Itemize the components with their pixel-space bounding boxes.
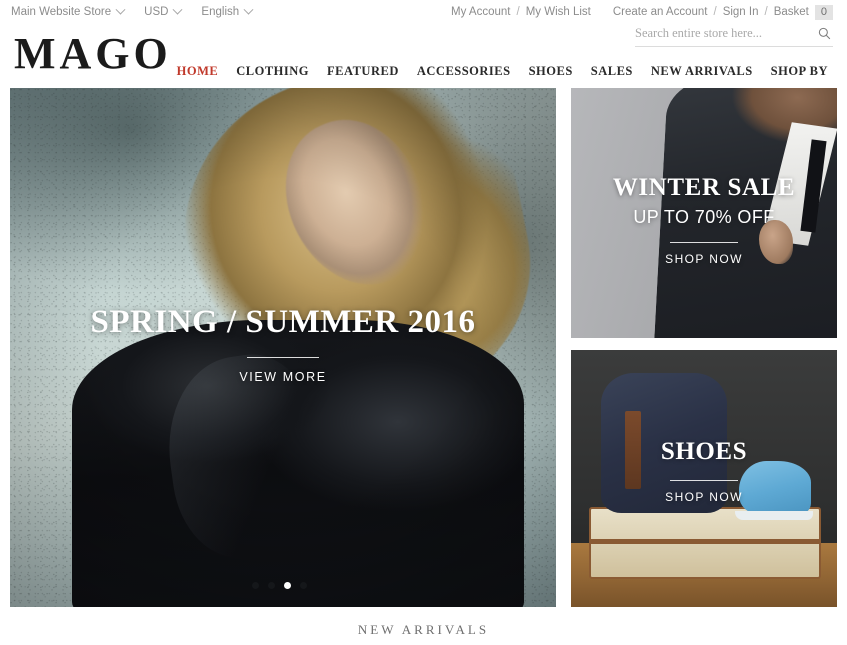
my-wish-list-link[interactable]: My Wish List — [526, 6, 591, 18]
promo-bottom-divider — [670, 480, 738, 481]
carousel-dot-4[interactable] — [299, 582, 307, 589]
hero-slider[interactable]: SPRING / SUMMER 2016 VIEW MORE — [10, 88, 556, 607]
site-logo[interactable]: MAGO — [14, 32, 172, 76]
promo-banner-winter-sale[interactable]: WINTER SALE UP TO 70% OFF SHOP NOW — [571, 88, 837, 338]
basket-count-badge: 0 — [814, 4, 833, 20]
promo-bottom-cta[interactable]: SHOP NOW — [571, 490, 837, 504]
promo-top-subtitle: UP TO 70% OFF — [633, 207, 775, 227]
nav-item-featured[interactable]: FEATURED — [318, 64, 408, 79]
link-separator: / — [764, 6, 768, 18]
currency-switcher-label: USD — [144, 6, 169, 18]
nav-item-sales[interactable]: SALES — [582, 64, 642, 79]
create-account-link[interactable]: Create an Account — [613, 6, 708, 18]
my-account-link[interactable]: My Account — [451, 6, 510, 18]
chevron-down-icon — [172, 4, 183, 15]
hero-cta[interactable]: VIEW MORE — [10, 370, 556, 384]
carousel-dot-2[interactable] — [267, 582, 275, 589]
promo-top-cta[interactable]: SHOP NOW — [571, 252, 837, 266]
carousel-dot-3[interactable] — [283, 582, 291, 589]
account-links: My Account / My Wish List Create an Acco… — [451, 0, 833, 24]
search-icon — [818, 27, 831, 40]
nav-item-shop-by[interactable]: SHOP BY — [762, 64, 837, 79]
search-button[interactable] — [816, 27, 833, 40]
new-arrivals-heading: NEW ARRIVALS — [357, 622, 490, 637]
nav-item-shoes[interactable]: SHOES — [520, 64, 582, 79]
search-input[interactable] — [635, 26, 816, 41]
nav-item-new-arrivals[interactable]: NEW ARRIVALS — [642, 64, 762, 79]
promo-top-caption: WINTER SALE UP TO 70% OFF SHOP NOW — [571, 174, 837, 266]
promo-top-title: WINTER SALE — [612, 174, 796, 201]
nav-item-accessories[interactable]: ACCESSORIES — [408, 64, 520, 79]
nav-item-clothing[interactable]: CLOTHING — [227, 64, 318, 79]
nav-item-home[interactable]: HOME — [168, 64, 228, 79]
main-navigation: HOME CLOTHING FEATURED ACCESSORIES SHOES… — [168, 64, 837, 79]
store-switcher[interactable]: Main Website Store — [11, 4, 126, 18]
language-switcher-label: English — [201, 6, 240, 18]
chevron-down-icon — [115, 4, 126, 15]
basket-link[interactable]: Basket — [774, 6, 809, 18]
store-switchers: Main Website Store USD English — [0, 4, 272, 18]
promo-bottom-title: SHOES — [660, 438, 748, 465]
store-switcher-label: Main Website Store — [11, 6, 112, 18]
promo-top-divider — [670, 242, 738, 243]
hero-divider — [247, 357, 319, 358]
language-switcher[interactable]: English — [201, 4, 254, 18]
currency-switcher[interactable]: USD — [144, 4, 183, 18]
hero-caption: SPRING / SUMMER 2016 VIEW MORE — [10, 304, 556, 384]
carousel-dot-1[interactable] — [251, 582, 259, 589]
banner-area: SPRING / SUMMER 2016 VIEW MORE WINTER SA… — [10, 88, 837, 607]
top-utility-bar: Main Website Store USD English My Accoun… — [0, 0, 847, 24]
homepage: Main Website Store USD English My Accoun… — [0, 0, 847, 645]
search-bar — [635, 26, 833, 47]
link-separator: / — [713, 6, 717, 18]
promo-banner-shoes[interactable]: SHOES SHOP NOW — [571, 350, 837, 607]
carousel-dots — [10, 582, 556, 589]
sign-in-link[interactable]: Sign In — [723, 6, 759, 18]
chevron-down-icon — [243, 4, 254, 15]
link-separator: / — [516, 6, 520, 18]
promo-bottom-caption: SHOES SHOP NOW — [571, 438, 837, 504]
hero-title: SPRING / SUMMER 2016 — [90, 304, 476, 340]
